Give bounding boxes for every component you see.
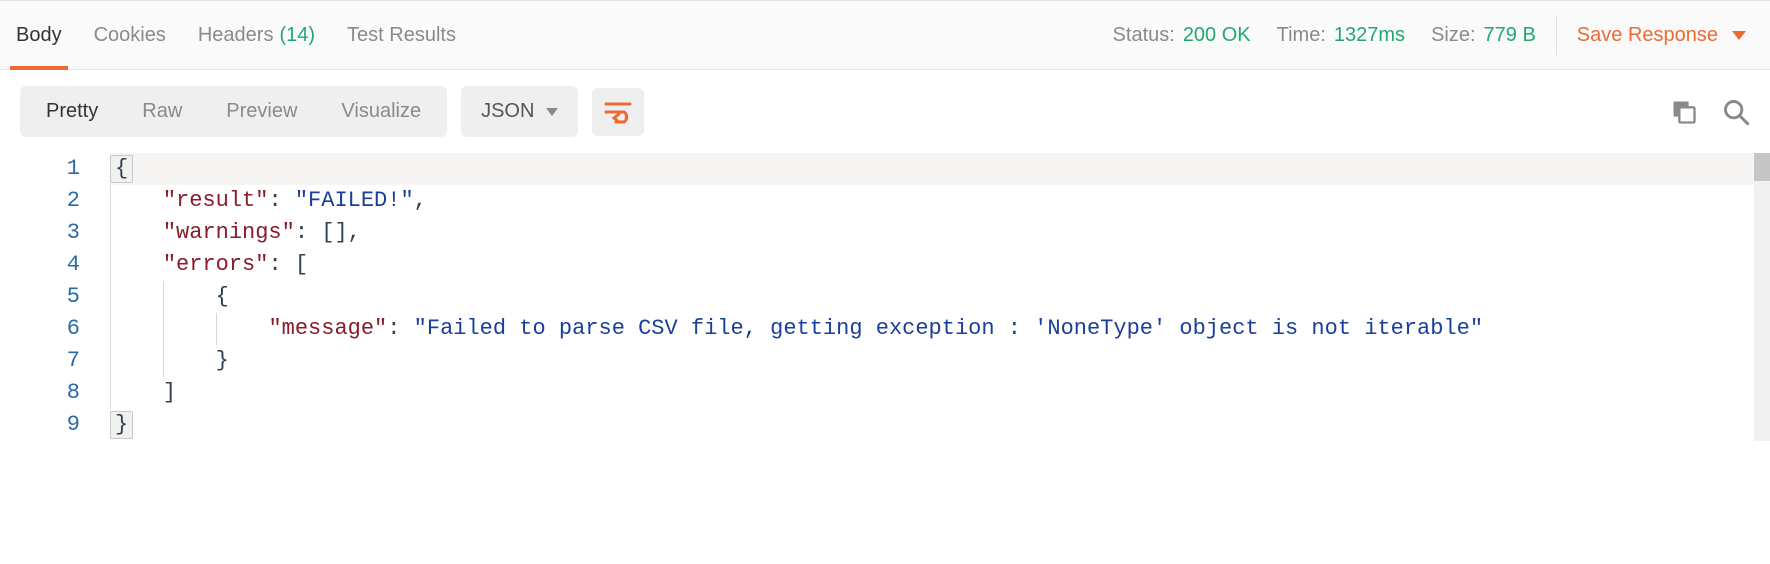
tab-body[interactable]: Body [14, 1, 64, 69]
tab-body-label: Body [16, 24, 62, 47]
divider [1556, 15, 1557, 55]
line-number: 5 [0, 281, 80, 313]
tab-headers[interactable]: Headers (14) [196, 1, 317, 69]
view-mode-preview[interactable]: Preview [204, 90, 319, 133]
format-selector[interactable]: JSON [461, 86, 578, 137]
scrollbar-track[interactable] [1754, 153, 1770, 441]
line-number: 4 [0, 249, 80, 281]
format-selector-label: JSON [481, 100, 534, 123]
time-label: Time: [1277, 24, 1326, 47]
scrollbar-thumb[interactable] [1754, 153, 1770, 181]
search-icon[interactable] [1722, 98, 1750, 126]
code-line: "errors": [ [110, 249, 1754, 281]
tab-headers-count: (14) [279, 24, 315, 47]
code-line: { [110, 281, 1754, 313]
response-body-editor[interactable]: 1 2 3 4 5 6 7 8 9 { "result": "FAILED!",… [0, 153, 1770, 481]
line-number: 1 [0, 153, 80, 185]
save-response-label: Save Response [1577, 24, 1718, 47]
tab-headers-label: Headers [198, 24, 274, 47]
line-number: 6 [0, 313, 80, 345]
code-line: "message": "Failed to parse CSV file, ge… [110, 313, 1754, 345]
view-mode-raw[interactable]: Raw [120, 90, 204, 133]
tab-cookies[interactable]: Cookies [92, 1, 168, 69]
line-number: 7 [0, 345, 80, 377]
response-meta: Status: 200 OK Time: 1327ms Size: 779 B [1113, 24, 1536, 47]
size-value: 779 B [1484, 24, 1536, 47]
save-response-button[interactable]: Save Response [1577, 24, 1756, 47]
tab-cookies-label: Cookies [94, 24, 166, 47]
wrap-lines-icon [604, 100, 632, 124]
chevron-down-icon [546, 108, 558, 116]
code-line: "result": "FAILED!", [110, 185, 1754, 217]
wrap-lines-button[interactable] [592, 88, 644, 136]
tab-test-results-label: Test Results [347, 24, 456, 47]
code-line: { [110, 153, 1754, 185]
fold-toggle[interactable]: } [110, 411, 133, 439]
time-value: 1327ms [1334, 24, 1405, 47]
code-line: } [110, 409, 1754, 441]
line-number: 9 [0, 409, 80, 441]
code-line: ] [110, 377, 1754, 409]
tab-test-results[interactable]: Test Results [345, 1, 458, 69]
chevron-down-icon [1732, 31, 1746, 40]
fold-toggle[interactable]: { [110, 155, 133, 183]
line-number: 3 [0, 217, 80, 249]
status-label: Status: [1113, 24, 1175, 47]
view-mode-visualize[interactable]: Visualize [319, 90, 443, 133]
view-mode-pretty[interactable]: Pretty [24, 90, 120, 133]
copy-icon[interactable] [1670, 98, 1698, 126]
code-line: "warnings": [], [110, 217, 1754, 249]
size-label: Size: [1431, 24, 1475, 47]
line-number: 2 [0, 185, 80, 217]
line-number: 8 [0, 377, 80, 409]
code-content[interactable]: { "result": "FAILED!", "warnings": [], "… [110, 153, 1754, 441]
view-mode-group: Pretty Raw Preview Visualize [20, 86, 447, 137]
status-value: 200 OK [1183, 24, 1251, 47]
code-line: } [110, 345, 1754, 377]
line-number-gutter: 1 2 3 4 5 6 7 8 9 [0, 153, 110, 441]
